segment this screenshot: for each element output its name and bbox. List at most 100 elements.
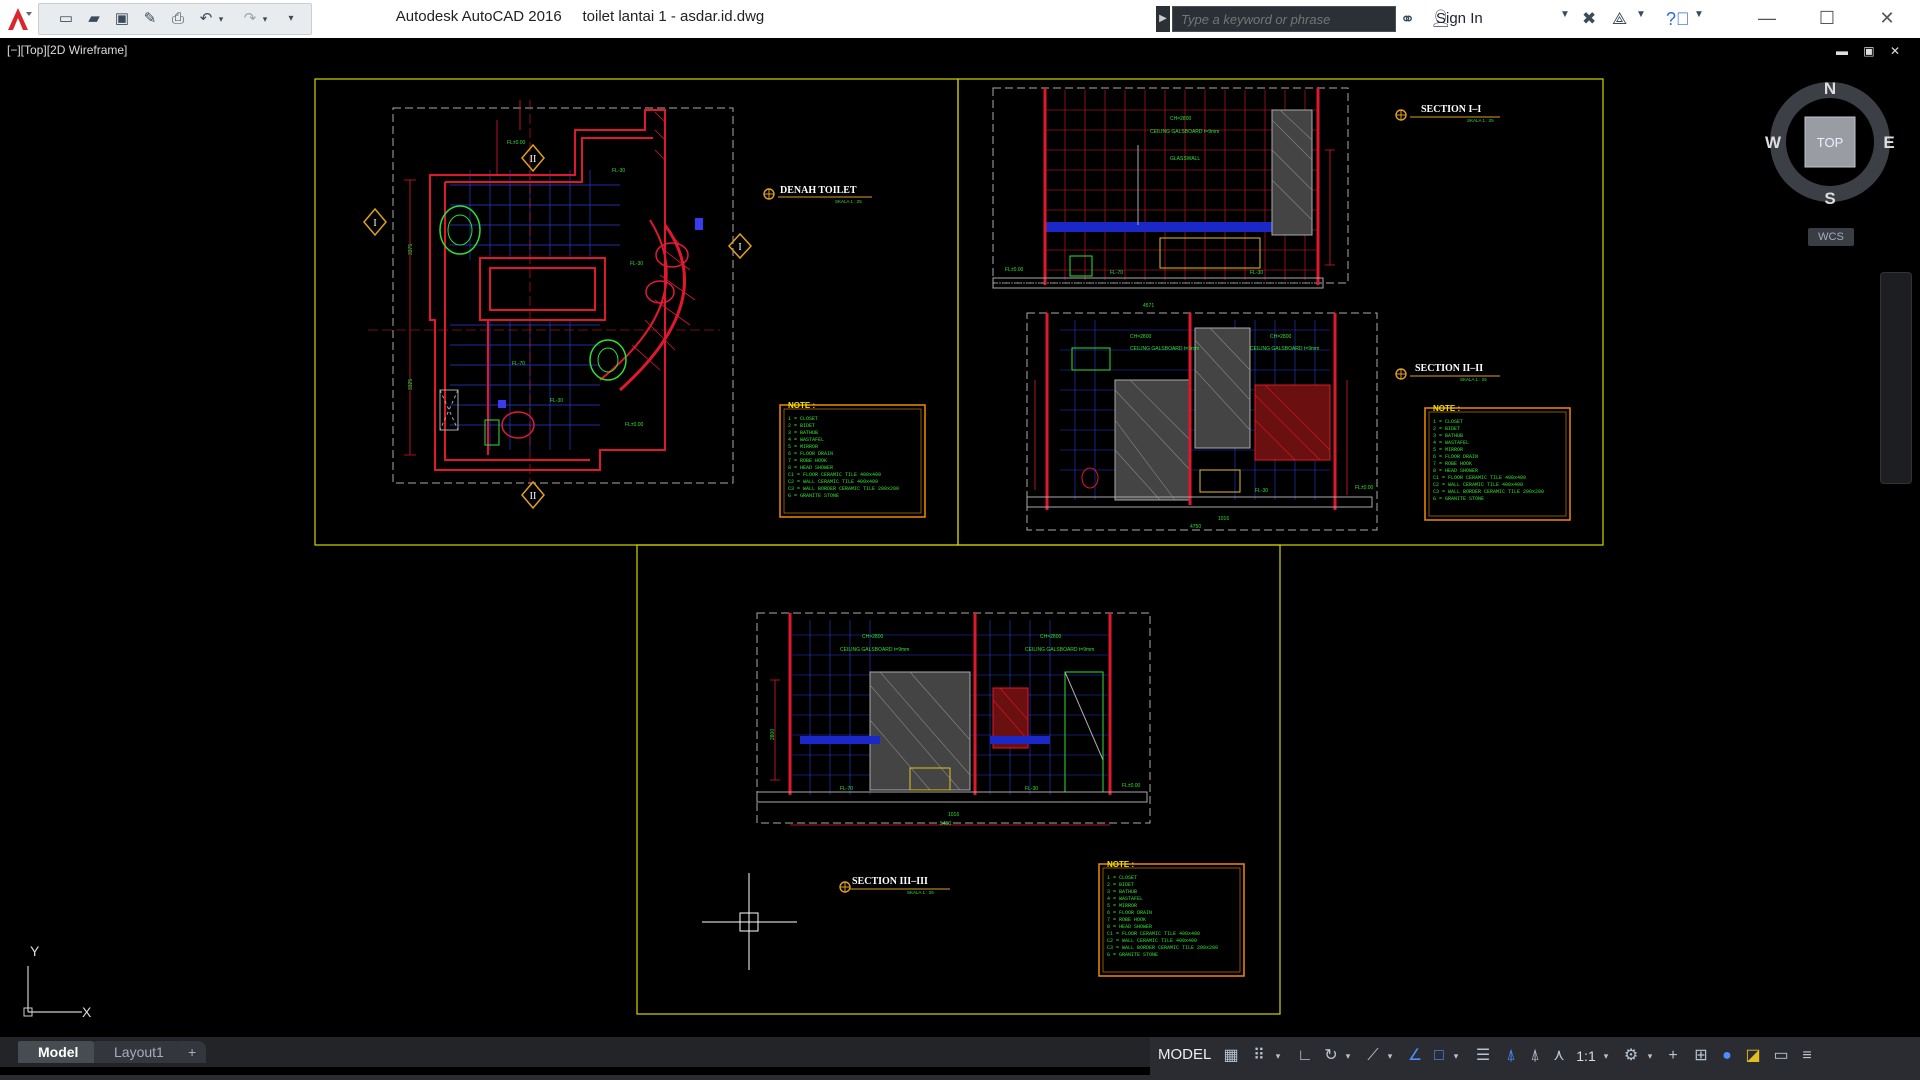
note2-line: 1 = CLOSET: [1433, 419, 1463, 425]
plan-dim-3325: 3325: [408, 379, 414, 390]
note2-line: C3 = WALL BORDER CERAMIC TILE 200x200: [1433, 489, 1544, 495]
note1-line: 3 = BATHUB: [788, 430, 818, 436]
sec2-dim-4750: 4750: [1190, 524, 1201, 530]
note2-line: 8 = HEAD SHOWER: [1433, 468, 1478, 474]
section-1-scale: SKALA 1 : 25: [1467, 118, 1494, 123]
sec3-dim-5450: 5450: [940, 821, 951, 827]
status-bar: MODEL ▦ ⠿ ▾ ∟ ↻ ▾ ⟋ ▾ ∠ □ ▾ ☰ ⍋ ⍋ ⋏ 1:1 …: [1150, 1037, 1920, 1075]
section-1-title: SECTION I–I: [1421, 104, 1481, 115]
section-3-title: SECTION III–III: [852, 876, 928, 887]
note1-line: C3 = WALL BORDER CERAMIC TILE 200x200: [788, 486, 899, 492]
sec3-fl30-label: FL-30: [1025, 786, 1038, 792]
section-2-drawing: [1026, 312, 1378, 531]
plan-title: DENAH TOILET: [780, 185, 857, 196]
workspace-gear-icon[interactable]: ⚙: [1620, 1045, 1642, 1067]
note3-line: 1 = CLOSET: [1107, 875, 1137, 881]
tab-model[interactable]: Model: [18, 1041, 99, 1063]
note3-line: C2 = WALL CERAMIC TILE 400x400: [1107, 938, 1197, 944]
polar-icon[interactable]: ↻: [1320, 1045, 1342, 1067]
plan-dim-3375: 3375: [408, 244, 414, 255]
note1-line: C1 = FLOOR CERAMIC TILE 400x400: [788, 472, 881, 478]
note3-line: 7 = ROBE HOOK: [1107, 917, 1146, 923]
snap-dropdown-icon[interactable]: ▾: [1272, 1045, 1284, 1067]
sec3-ch-label: CH=2800: [862, 634, 883, 640]
isodraft-icon[interactable]: ⟋: [1362, 1045, 1384, 1067]
drawing-canvas[interactable]: I I II II FL±0.00 FL-30 FL-30 FL-70 FL-3…: [0, 0, 1920, 1080]
section-3-drawing: [756, 612, 1151, 826]
sec3-ch-label-2: CH=2800: [1040, 634, 1061, 640]
note2-line: 7 = ROBE HOOK: [1433, 461, 1472, 467]
ucs-x-label: X: [82, 1004, 92, 1020]
note1-line: G = GRANITE STONE: [788, 493, 839, 499]
sec1-fl-label: FL±0.00: [1005, 267, 1024, 273]
sec1-ch-label: CH=2800: [1170, 116, 1191, 122]
wcs-menu[interactable]: WCS: [1808, 228, 1854, 246]
note1-line: 7 = ROBE HOOK: [788, 458, 827, 464]
plan-bubble-i-right: I: [738, 242, 741, 253]
note3-line: 6 = FLOOR DRAIN: [1107, 910, 1152, 916]
note1-line: 4 = WASTAFEL: [788, 437, 824, 443]
crosshair-cursor: [702, 873, 797, 970]
model-space-button[interactable]: MODEL: [1158, 1046, 1211, 1063]
annotation-scale-value[interactable]: 1:1: [1572, 1045, 1600, 1067]
compass-w: W: [1765, 133, 1782, 152]
note2-line: 2 = BIDET: [1433, 426, 1460, 432]
note1-line: C2 = WALL CERAMIC TILE 400x400: [788, 479, 878, 485]
workspace-dropdown-icon[interactable]: ▾: [1644, 1045, 1656, 1067]
annotation-visibility-icon[interactable]: ⍋: [1500, 1045, 1522, 1067]
object-snap-dropdown-icon[interactable]: ▾: [1450, 1045, 1462, 1067]
note-heading-1: NOTE :: [788, 401, 815, 410]
note3-line: 5 = MIRROR: [1107, 903, 1137, 909]
polar-dropdown-icon[interactable]: ▾: [1342, 1045, 1354, 1067]
navigation-bar[interactable]: [1880, 272, 1912, 484]
auto-scale-icon[interactable]: ⍋: [1524, 1045, 1546, 1067]
plan-scale: SKALA 1 : 25: [835, 199, 862, 204]
grid-icon[interactable]: ▦: [1220, 1045, 1242, 1067]
note3-line: C1 = FLOOR CERAMIC TILE 400x400: [1107, 931, 1200, 937]
note2-line: 5 = MIRROR: [1433, 447, 1463, 453]
units-icon[interactable]: ⊞: [1690, 1045, 1712, 1067]
section-2-title: SECTION II–II: [1415, 363, 1483, 374]
section-2-scale: SKALA 1 : 25: [1460, 377, 1487, 382]
lineweight-icon[interactable]: ☰: [1472, 1045, 1494, 1067]
add-layout-button[interactable]: +: [178, 1041, 207, 1063]
snap-icon[interactable]: ⠿: [1248, 1045, 1270, 1067]
sec2-ceiling-label: CEILING GALSBOARD t=9mm: [1130, 346, 1199, 352]
plan-fl-label-3: FL-30: [630, 261, 643, 267]
note2-line: C2 = WALL CERAMIC TILE 400x400: [1433, 482, 1523, 488]
note2-line: C1 = FLOOR CERAMIC TILE 400x400: [1433, 475, 1526, 481]
note-heading-3: NOTE :: [1107, 860, 1134, 869]
note3-line: C3 = WALL BORDER CERAMIC TILE 200x200: [1107, 945, 1218, 951]
sec2-fl30-label: FL-30: [1255, 488, 1268, 494]
clean-screen-icon[interactable]: ▭: [1770, 1045, 1792, 1067]
ortho-icon[interactable]: ∟: [1294, 1045, 1316, 1067]
sec1-ceiling-label: CEILING GALSBOARD t=9mm: [1150, 129, 1219, 135]
hardware-acceleration-icon[interactable]: ◪: [1742, 1045, 1764, 1067]
viewcube[interactable]: TOP N S E W: [1765, 80, 1895, 210]
note3-line: 4 = WASTAFEL: [1107, 896, 1143, 902]
object-snap-icon[interactable]: □: [1428, 1045, 1450, 1067]
sec3-dim-1016: 1016: [948, 812, 959, 818]
annotation-scale-dropdown-icon[interactable]: ▾: [1600, 1045, 1612, 1067]
ucs-y-label: Y: [30, 943, 40, 959]
plan-fl-label-5: FL-30: [550, 398, 563, 404]
compass-s: S: [1824, 189, 1835, 208]
isolate-objects-icon[interactable]: ●: [1716, 1045, 1738, 1067]
note1-line: 2 = BIDET: [788, 423, 815, 429]
ucs-icon: Y X: [23, 943, 92, 1020]
note2-line: 6 = FLOOR DRAIN: [1433, 454, 1478, 460]
sec2-dim-1016: 1016: [1218, 516, 1229, 522]
plan-bubble-ii-top: II: [530, 154, 537, 165]
object-snap-tracking-icon[interactable]: ∠: [1404, 1045, 1426, 1067]
note3-line: 2 = BIDET: [1107, 882, 1134, 888]
customization-menu-icon[interactable]: ≡: [1796, 1045, 1818, 1067]
sec1-glasswall-label: GLASSWALL: [1170, 156, 1200, 162]
sec3-fl-label: FL±0.00: [1122, 783, 1141, 789]
annotation-scale-icon[interactable]: ⋏: [1548, 1045, 1570, 1067]
note2-line: 3 = BATHUB: [1433, 433, 1463, 439]
plan-fl-label-4: FL-70: [512, 361, 525, 367]
note1-line: 6 = FLOOR DRAIN: [788, 451, 833, 457]
add-plus-icon[interactable]: +: [1662, 1045, 1684, 1067]
tab-layout1[interactable]: Layout1: [94, 1041, 184, 1063]
isodraft-dropdown-icon[interactable]: ▾: [1384, 1045, 1396, 1067]
